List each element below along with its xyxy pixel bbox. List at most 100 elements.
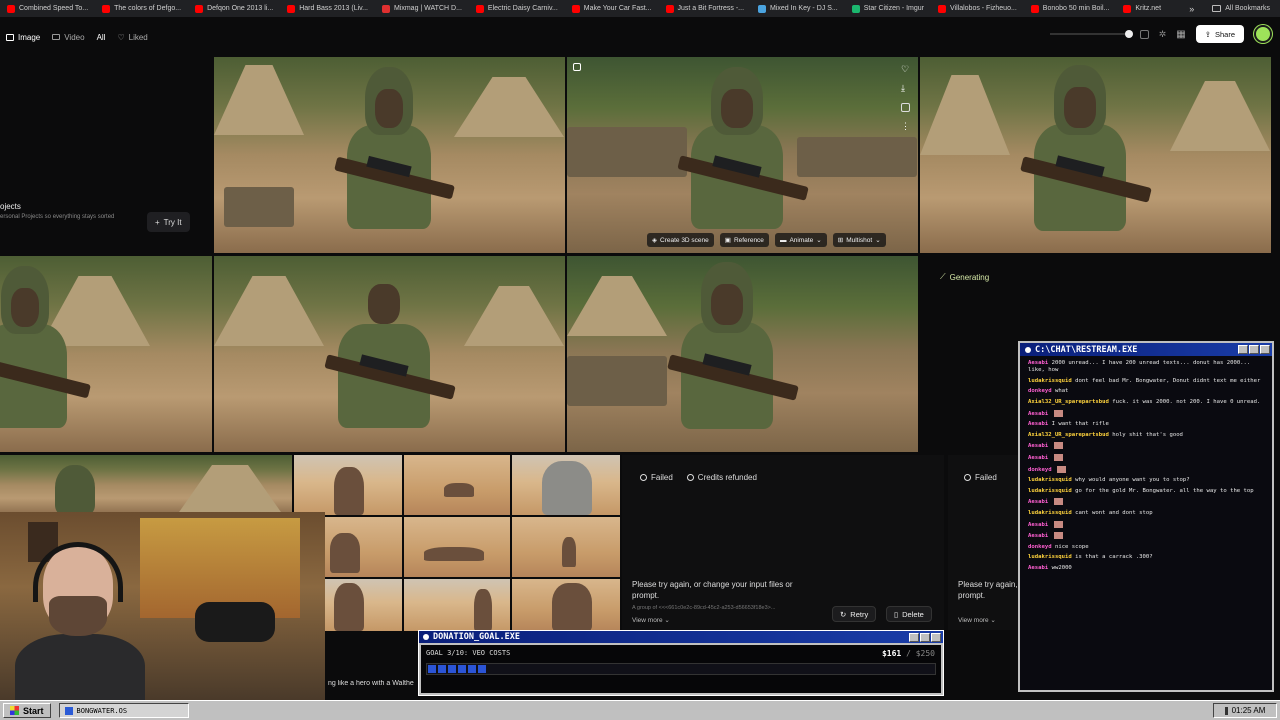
bookmarks-bar: Combined Speed To... The colors of Defgo.… bbox=[0, 0, 1280, 17]
emote-icon bbox=[1053, 532, 1063, 540]
goal-current: $161 bbox=[881, 649, 902, 658]
progress-block bbox=[428, 665, 436, 673]
filter-liked[interactable]: ♡ Liked bbox=[111, 33, 153, 42]
favicon-icon bbox=[1123, 4, 1132, 13]
chat-username: ludakrissquid bbox=[1028, 487, 1072, 494]
heart-icon: ♡ bbox=[117, 32, 125, 42]
start-button[interactable]: Start bbox=[3, 703, 51, 718]
select-checkbox[interactable] bbox=[573, 63, 581, 71]
share-button[interactable]: ⇪ Share bbox=[1195, 25, 1244, 43]
windows-logo-icon bbox=[10, 706, 19, 715]
desert-image-5[interactable] bbox=[404, 517, 510, 577]
bookmark-item[interactable]: The colors of Defgo... bbox=[95, 4, 188, 13]
bookmark-item[interactable]: Mixed In Key - DJ S... bbox=[751, 4, 845, 13]
favicon-icon bbox=[571, 4, 580, 13]
bookmark-item[interactable]: Bonobo 50 min Boil... bbox=[1024, 4, 1117, 13]
maximize-button[interactable] bbox=[920, 632, 930, 642]
desert-image-8[interactable] bbox=[404, 579, 510, 631]
soldier-figure bbox=[677, 67, 809, 247]
progress-block bbox=[468, 665, 476, 673]
chat-username: donkeyd bbox=[1028, 543, 1052, 550]
bookmark-item[interactable]: Star Citizen - Imgur bbox=[845, 4, 931, 13]
create-3d-scene-button[interactable]: ◈ Create 3D scene bbox=[647, 233, 714, 247]
grid-size-slider[interactable] bbox=[1049, 30, 1133, 38]
retry-icon: ↻ bbox=[840, 609, 847, 619]
image-overlay-actions: ◈ Create 3D scene ▣ Reference ▬ Animate ⌄ ⊞ M… bbox=[647, 233, 886, 247]
chat-text: holy shit that's good bbox=[1112, 431, 1183, 438]
grid-icon[interactable]: ▦ bbox=[1176, 29, 1185, 40]
webcam-feed bbox=[0, 512, 325, 700]
donation-title: DONATION_GOAL.EXE bbox=[433, 632, 520, 642]
generated-image-5[interactable] bbox=[214, 256, 565, 452]
generated-image-2[interactable]: ♡ ⤓ ⋮ ◈ Create 3D scene ▣ Reference ▬ Anima… bbox=[567, 57, 918, 253]
close-button[interactable] bbox=[1260, 345, 1270, 354]
bookmark-item[interactable]: Make Your Car Fast... bbox=[565, 4, 659, 13]
minimize-button[interactable] bbox=[909, 632, 919, 642]
goal-separator: / bbox=[906, 649, 911, 658]
generated-image-3[interactable] bbox=[920, 57, 1271, 253]
square-icon[interactable] bbox=[1139, 29, 1149, 39]
close-button[interactable] bbox=[931, 632, 941, 642]
reference-button[interactable]: ▣ Reference bbox=[719, 233, 769, 247]
retry-button[interactable]: ↻ Retry bbox=[832, 606, 877, 622]
copy-icon[interactable] bbox=[901, 103, 910, 112]
filter-all[interactable]: All bbox=[91, 33, 112, 42]
minimize-button[interactable] bbox=[1238, 345, 1248, 354]
view-more-link[interactable]: View more ⌄ bbox=[958, 616, 996, 624]
bookmark-item[interactable]: Kritz.net bbox=[1116, 4, 1168, 13]
reference-icon: ▣ bbox=[724, 237, 731, 244]
generated-image-6[interactable] bbox=[567, 256, 918, 452]
tab-image[interactable]: Image bbox=[0, 33, 46, 42]
delete-button[interactable]: ▯ Delete bbox=[886, 606, 932, 622]
desert-image-2[interactable] bbox=[404, 455, 510, 515]
generated-image-4[interactable] bbox=[0, 256, 212, 452]
bookmarks-overflow-button[interactable]: » bbox=[1181, 4, 1202, 14]
settings-icon[interactable]: ✲ bbox=[1159, 29, 1167, 40]
bookmark-item[interactable]: Hard Bass 2013 (Liv... bbox=[280, 4, 375, 13]
emote-icon bbox=[1053, 520, 1063, 528]
generated-image-7[interactable] bbox=[0, 455, 292, 515]
taskbar-app-bongwater[interactable]: BONGWATER.OS bbox=[58, 703, 189, 718]
chat-text: 2000 unread... I have 200 unread texts..… bbox=[1028, 360, 1251, 374]
heart-icon[interactable]: ♡ bbox=[901, 65, 910, 74]
view-more-label: View more bbox=[958, 617, 989, 624]
desert-image-3[interactable] bbox=[512, 455, 620, 515]
multishot-icon: ⊞ bbox=[837, 237, 844, 244]
failed-icon bbox=[964, 474, 971, 482]
chat-message: ludakrissquid is that a carrack .300? bbox=[1028, 554, 1264, 561]
chat-message: Aesabi bbox=[1028, 498, 1264, 506]
desert-image-1[interactable] bbox=[294, 455, 402, 515]
desert-image-9[interactable] bbox=[512, 579, 620, 631]
multishot-button[interactable]: ⊞ Multishot ⌄ bbox=[832, 233, 886, 247]
credits-status-label: Credits refunded bbox=[697, 473, 757, 482]
view-more-link[interactable]: View more ⌄ bbox=[632, 616, 670, 624]
donation-app-icon bbox=[423, 634, 429, 640]
avatar[interactable] bbox=[1254, 25, 1272, 43]
all-bookmarks-button[interactable]: All Bookmarks bbox=[1202, 5, 1280, 12]
favicon-icon bbox=[381, 4, 390, 13]
chevron-down-icon: ⌄ bbox=[816, 237, 822, 244]
bookmark-item[interactable]: Defqon One 2013 li... bbox=[188, 4, 280, 13]
volume-icon[interactable] bbox=[1224, 706, 1228, 715]
animate-button[interactable]: ▬ Animate ⌄ bbox=[774, 233, 827, 247]
bookmark-item[interactable]: Villalobos - Fizheuo... bbox=[931, 4, 1024, 13]
start-label: Start bbox=[23, 705, 44, 716]
download-icon[interactable]: ⤓ bbox=[901, 84, 910, 93]
generated-image-1[interactable] bbox=[214, 57, 565, 253]
bookmark-item[interactable]: Combined Speed To... bbox=[0, 4, 95, 13]
try-it-button[interactable]: + Try It bbox=[147, 212, 190, 232]
more-icon[interactable]: ⋮ bbox=[901, 122, 910, 131]
desert-image-6[interactable] bbox=[512, 517, 620, 577]
bookmark-item[interactable]: Just a Bit Fortress -... bbox=[659, 4, 752, 13]
cube-icon: ◈ bbox=[652, 237, 657, 244]
bookmark-item[interactable]: Electric Daisy Carniv... bbox=[469, 4, 565, 13]
progress-block bbox=[478, 665, 486, 673]
chat-username: ludakrissquid bbox=[1028, 510, 1072, 517]
bookmark-label: Mixed In Key - DJ S... bbox=[770, 5, 838, 12]
slider-knob[interactable] bbox=[1124, 30, 1133, 38]
warrior-figure bbox=[444, 483, 474, 497]
bookmark-item[interactable]: Mixmag | WATCH D... bbox=[375, 4, 469, 13]
tab-video[interactable]: Video bbox=[46, 33, 90, 42]
maximize-button[interactable] bbox=[1249, 345, 1259, 354]
failed-panel-2: Failed Please try again, prompt. View mo… bbox=[948, 455, 1018, 630]
